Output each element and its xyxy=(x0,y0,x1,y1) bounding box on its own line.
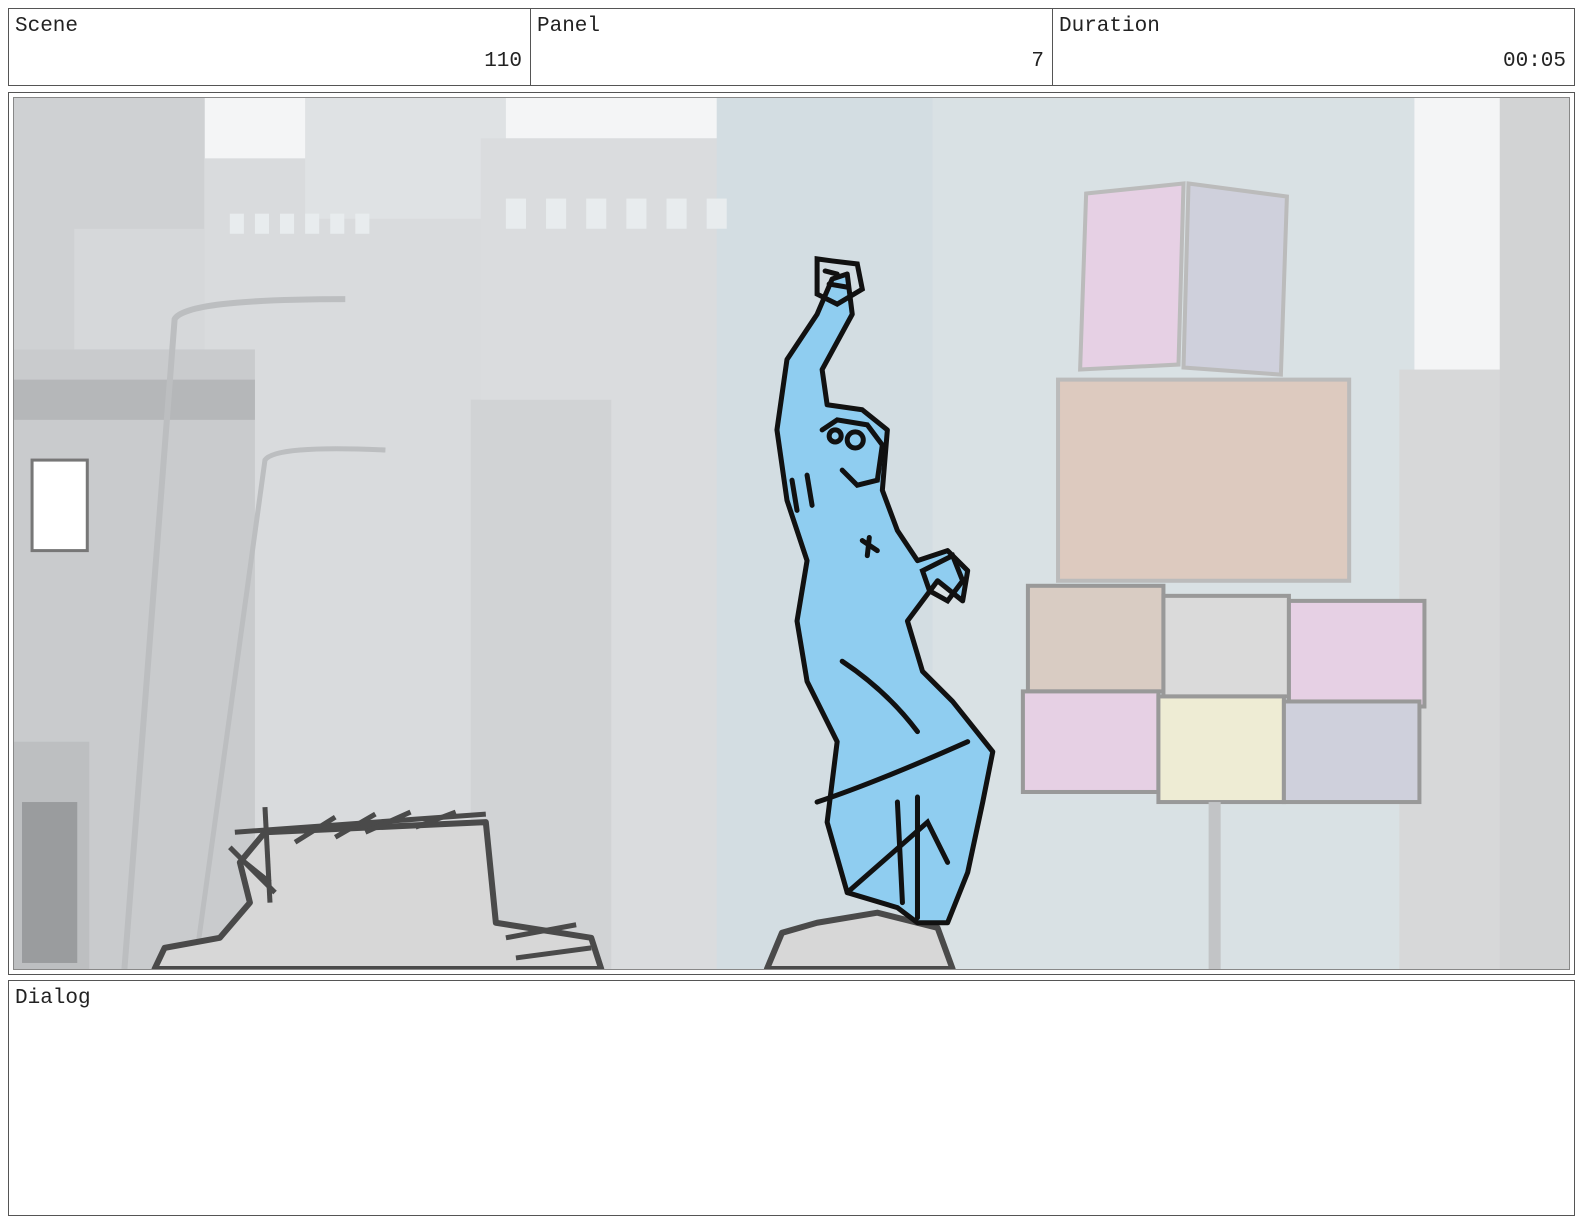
duration-field[interactable]: Duration 00:05 xyxy=(1053,9,1574,85)
storyboard-panel xyxy=(8,92,1575,975)
scene-field[interactable]: Scene 110 xyxy=(9,9,531,85)
duration-value: 00:05 xyxy=(1502,50,1566,73)
storyboard-header: Scene 110 Panel 7 Duration 00:05 xyxy=(8,8,1575,86)
panel-label: Panel xyxy=(537,15,601,38)
dialog-label: Dialog xyxy=(15,987,91,1010)
panel-value: 7 xyxy=(1031,50,1044,73)
duration-label: Duration xyxy=(1059,15,1160,38)
storyboard-sketch-image xyxy=(14,98,1569,969)
panel-field[interactable]: Panel 7 xyxy=(531,9,1053,85)
scene-value: 110 xyxy=(484,50,522,73)
panel-artwork-frame[interactable] xyxy=(13,97,1570,970)
scene-label: Scene xyxy=(15,15,79,38)
dialog-box[interactable]: Dialog xyxy=(8,980,1575,1216)
